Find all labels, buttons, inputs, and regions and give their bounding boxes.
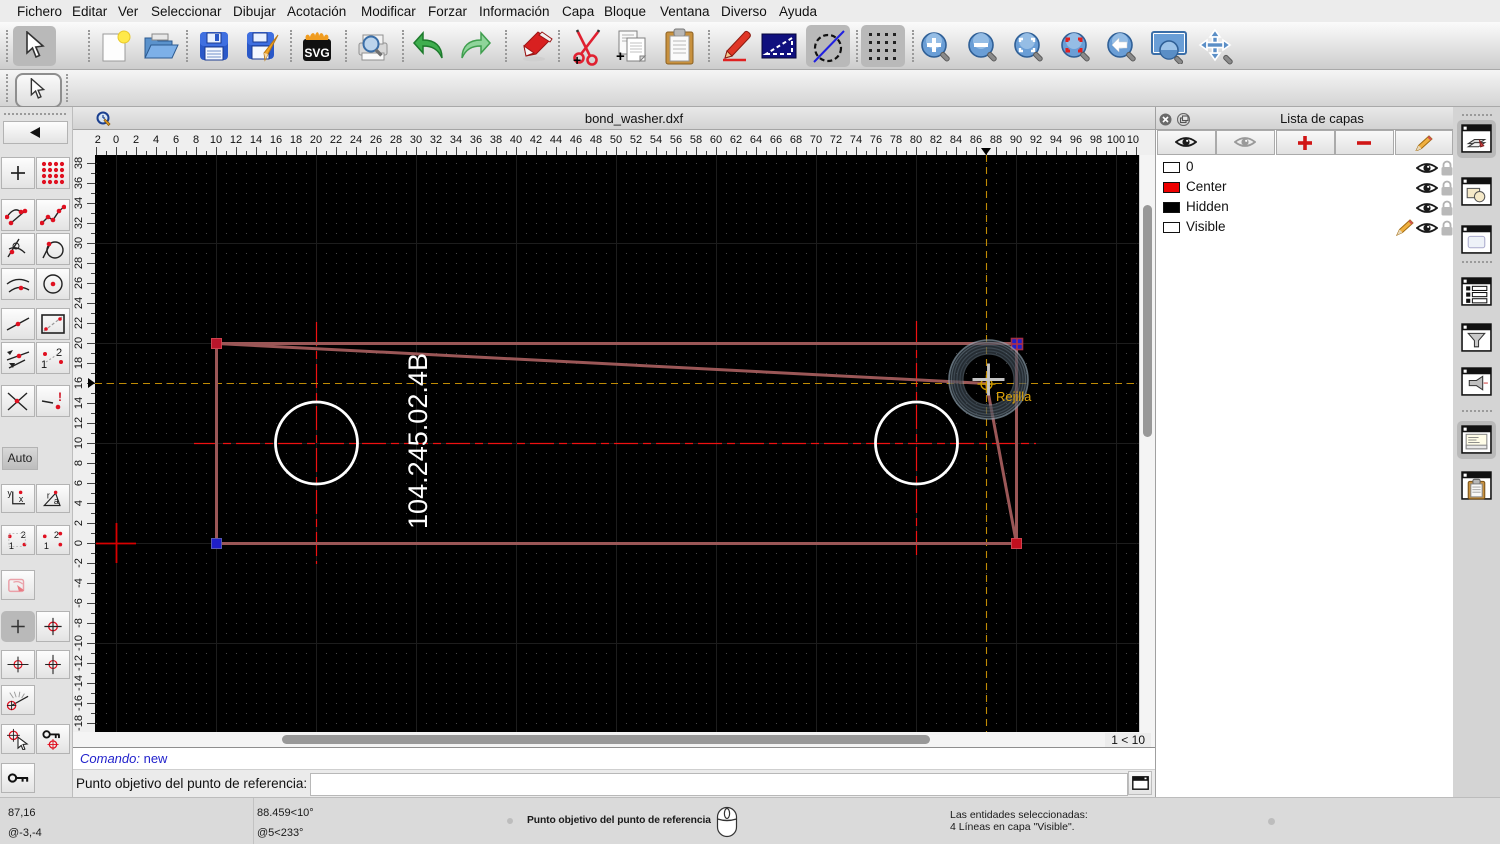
svg-text:42: 42	[530, 134, 542, 146]
svg-text:70: 70	[810, 134, 822, 146]
svg-text:56: 56	[670, 134, 682, 146]
svg-text:SVG: SVG	[304, 46, 329, 60]
svg-text:36: 36	[470, 134, 482, 146]
svg-text:-14: -14	[73, 675, 85, 691]
svg-text:a: a	[54, 496, 59, 506]
svg-text:2: 2	[73, 520, 85, 526]
svg-text:2: 2	[56, 347, 62, 359]
svg-text:-8: -8	[73, 618, 85, 628]
svg-text:14: 14	[73, 397, 85, 409]
svg-text:8: 8	[193, 134, 199, 146]
svg-text:50: 50	[610, 134, 622, 146]
svg-text:2: 2	[21, 530, 26, 540]
svg-text:90: 90	[1010, 134, 1022, 146]
svg-text:52: 52	[630, 134, 642, 146]
svg-text:y: y	[8, 488, 13, 498]
svg-text:18: 18	[73, 357, 85, 369]
svg-text:0: 0	[113, 134, 119, 146]
svg-text:+: +	[616, 48, 625, 65]
svg-text:74: 74	[850, 134, 862, 146]
svg-text:100: 100	[1107, 134, 1125, 146]
svg-text:40: 40	[510, 134, 522, 146]
svg-text:92: 92	[1030, 134, 1042, 146]
svg-text:x: x	[19, 494, 24, 504]
svg-text:-12: -12	[73, 655, 85, 671]
svg-text:84: 84	[950, 134, 962, 146]
svg-text:12: 12	[230, 134, 242, 146]
svg-text:38: 38	[490, 134, 502, 146]
svg-text:10: 10	[73, 437, 85, 449]
svg-text:68: 68	[790, 134, 802, 146]
svg-text:12: 12	[73, 417, 85, 429]
svg-text:14: 14	[250, 134, 262, 146]
svg-text:28: 28	[73, 257, 85, 269]
svg-text:18: 18	[290, 134, 302, 146]
svg-text:6: 6	[73, 480, 85, 486]
svg-text:66: 66	[770, 134, 782, 146]
svg-text:Rejilla: Rejilla	[996, 389, 1032, 404]
svg-text:88: 88	[990, 134, 1002, 146]
svg-text:22: 22	[73, 317, 85, 329]
svg-text:26: 26	[370, 134, 382, 146]
svg-text:62: 62	[730, 134, 742, 146]
svg-text:2: 2	[54, 530, 59, 540]
svg-text:!: !	[58, 390, 62, 404]
svg-text:54: 54	[650, 134, 662, 146]
svg-text:72: 72	[830, 134, 842, 146]
svg-text:60: 60	[710, 134, 722, 146]
svg-text:32: 32	[430, 134, 442, 146]
svg-text:-6: -6	[73, 598, 85, 608]
svg-text:4: 4	[73, 500, 85, 506]
svg-text:78: 78	[890, 134, 902, 146]
svg-text:98: 98	[1090, 134, 1102, 146]
svg-text:36: 36	[73, 177, 85, 189]
svg-text:30: 30	[73, 237, 85, 249]
svg-text:30: 30	[410, 134, 422, 146]
svg-text:2: 2	[133, 134, 139, 146]
svg-text:44: 44	[550, 134, 562, 146]
svg-text:76: 76	[870, 134, 882, 146]
svg-text:1: 1	[44, 541, 49, 551]
svg-text:0: 0	[73, 540, 85, 546]
svg-text:86: 86	[970, 134, 982, 146]
svg-text:94: 94	[1050, 134, 1062, 146]
svg-text:96: 96	[1070, 134, 1082, 146]
svg-text:46: 46	[570, 134, 582, 146]
svg-text:48: 48	[590, 134, 602, 146]
svg-text:104.245.02.4B: 104.245.02.4B	[403, 353, 433, 529]
svg-text:-10: -10	[73, 635, 85, 651]
svg-text:24: 24	[350, 134, 362, 146]
svg-text:22: 22	[330, 134, 342, 146]
svg-text:10: 10	[210, 134, 222, 146]
svg-text:-2: -2	[73, 558, 85, 568]
svg-text:-18: -18	[73, 715, 85, 731]
svg-text:28: 28	[390, 134, 402, 146]
svg-text:-2: -2	[91, 134, 101, 146]
svg-text:102: 102	[1127, 134, 1145, 146]
svg-text:r: r	[47, 491, 50, 501]
svg-text:16: 16	[73, 377, 85, 389]
svg-text:+: +	[573, 52, 581, 66]
svg-text:8: 8	[73, 460, 85, 466]
svg-text:80: 80	[910, 134, 922, 146]
svg-text:24: 24	[73, 297, 85, 309]
svg-text:64: 64	[750, 134, 762, 146]
svg-text:6: 6	[173, 134, 179, 146]
svg-text:-4: -4	[73, 578, 85, 588]
svg-text:-16: -16	[73, 695, 85, 711]
svg-text:16: 16	[270, 134, 282, 146]
svg-text:1: 1	[41, 359, 47, 370]
svg-text:26: 26	[73, 277, 85, 289]
svg-text:82: 82	[930, 134, 942, 146]
svg-text:34: 34	[73, 197, 85, 209]
svg-text:20: 20	[73, 337, 85, 349]
svg-text:20: 20	[310, 134, 322, 146]
svg-text:32: 32	[73, 217, 85, 229]
svg-text:34: 34	[450, 134, 462, 146]
svg-text:38: 38	[73, 157, 85, 169]
svg-text:58: 58	[690, 134, 702, 146]
svg-text:4: 4	[153, 134, 159, 146]
